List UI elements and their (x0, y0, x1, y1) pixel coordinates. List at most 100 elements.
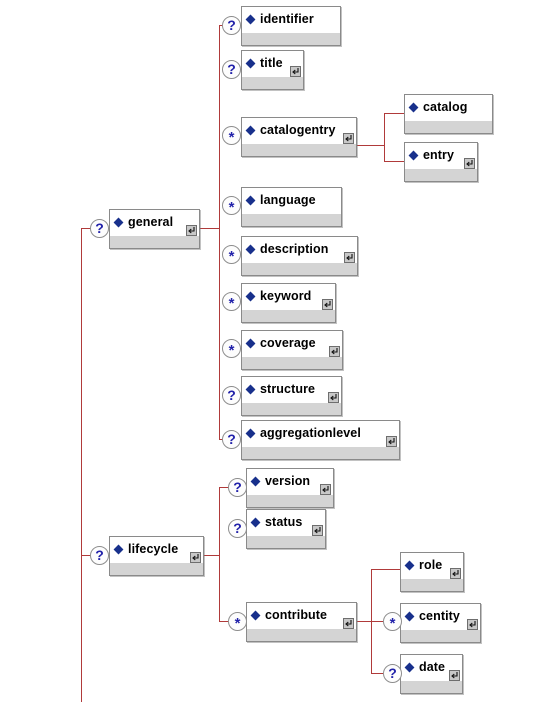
node-identifier-header: identifier (242, 7, 340, 32)
node-title-label: title (260, 56, 283, 71)
node-centity[interactable]: centity (400, 603, 481, 643)
blue-diamond-icon (408, 102, 419, 113)
node-entry-footer (405, 168, 477, 181)
expand-arrow-icon[interactable] (344, 252, 355, 263)
node-title-footer (242, 76, 303, 89)
expand-arrow-icon[interactable] (190, 552, 201, 563)
blue-diamond-icon (113, 217, 124, 228)
connector-catalogentry-child-catalog (384, 113, 404, 114)
node-language-footer (242, 213, 341, 226)
occurrence-indicator-description: * (222, 245, 241, 265)
node-catalogentry[interactable]: catalogentry (241, 117, 357, 157)
connector-root-trunk (81, 228, 82, 702)
node-lifecycle-header: lifecycle (110, 537, 203, 563)
node-structure-footer (242, 402, 341, 415)
node-catalog-header: catalog (405, 95, 492, 120)
blue-diamond-icon (113, 544, 124, 555)
node-aggregationlevel-footer (242, 446, 399, 459)
occurrence-indicator-date: ? (383, 664, 402, 683)
blue-diamond-icon (245, 125, 256, 136)
blue-diamond-icon (245, 428, 256, 439)
node-status[interactable]: status (246, 509, 326, 549)
node-identifier-label: identifier (260, 12, 314, 27)
node-date-footer (401, 680, 462, 693)
node-role[interactable]: role (400, 552, 464, 592)
node-coverage-header: coverage (242, 331, 342, 357)
node-contribute-footer (247, 628, 356, 641)
node-keyword-header: keyword (242, 284, 335, 310)
node-general-footer (110, 235, 199, 248)
node-general-header: general (110, 210, 199, 236)
node-entry[interactable]: entry (404, 142, 478, 182)
occurrence-indicator-language: * (222, 196, 241, 216)
node-keyword-label: keyword (260, 289, 312, 304)
occurrence-indicator-general: ? (90, 219, 109, 238)
node-contribute-header: contribute (247, 603, 356, 629)
node-general[interactable]: general (109, 209, 200, 249)
occurrence-indicator-coverage: * (222, 339, 241, 359)
blue-diamond-icon (245, 14, 256, 25)
node-catalogentry-header: catalogentry (242, 118, 356, 144)
expand-arrow-icon[interactable] (322, 299, 333, 310)
connector-general-trunk (219, 25, 220, 439)
node-language[interactable]: language (241, 187, 342, 227)
node-version-header: version (247, 469, 333, 495)
occurrence-indicator-status: ? (228, 519, 247, 538)
expand-arrow-icon[interactable] (328, 392, 339, 403)
node-keyword[interactable]: keyword (241, 283, 336, 323)
expand-arrow-icon[interactable] (467, 619, 478, 630)
occurrence-indicator-keyword: * (222, 292, 241, 312)
occurrence-indicator-title: ? (222, 60, 241, 79)
expand-arrow-icon[interactable] (320, 484, 331, 495)
blue-diamond-icon (408, 150, 419, 161)
node-coverage[interactable]: coverage (241, 330, 343, 370)
occurrence-indicator-lifecycle: ? (90, 546, 109, 565)
node-role-label: role (419, 558, 443, 573)
expand-arrow-icon[interactable] (329, 346, 340, 357)
expand-arrow-icon[interactable] (450, 568, 461, 579)
node-catalog[interactable]: catalog (404, 94, 493, 134)
node-language-header: language (242, 188, 341, 213)
node-centity-label: centity (419, 609, 460, 624)
node-version-footer (247, 494, 333, 507)
node-structure-header: structure (242, 377, 341, 403)
expand-arrow-icon[interactable] (386, 436, 397, 447)
node-status-footer (247, 535, 325, 548)
node-description[interactable]: description (241, 236, 358, 276)
expand-arrow-icon[interactable] (290, 66, 301, 77)
node-catalog-footer (405, 120, 492, 133)
xsd-schema-diagram: ? general ? identifier ? title * catalog… (0, 0, 549, 702)
node-contribute-label: contribute (265, 608, 328, 623)
expand-arrow-icon[interactable] (343, 133, 354, 144)
node-coverage-footer (242, 356, 342, 369)
node-title[interactable]: title (241, 50, 304, 90)
node-catalog-label: catalog (423, 100, 468, 115)
connector-lifecycle-out (204, 555, 219, 556)
expand-arrow-icon[interactable] (449, 670, 460, 681)
connector-contribute-out (357, 621, 371, 622)
expand-arrow-icon[interactable] (343, 618, 354, 629)
connector-catalogentry-trunk (384, 113, 385, 161)
connector-contribute-child-centity (371, 621, 383, 622)
blue-diamond-icon (245, 195, 256, 206)
expand-arrow-icon[interactable] (464, 158, 475, 169)
connector-lifecycle-trunk (219, 487, 220, 621)
expand-arrow-icon[interactable] (312, 525, 323, 536)
connector-contribute-child-date (371, 673, 383, 674)
connector-catalogentry-child-entry (384, 161, 404, 162)
node-date[interactable]: date (400, 654, 463, 694)
connector-contribute-child-role (371, 569, 400, 570)
blue-diamond-icon (245, 58, 256, 69)
node-version[interactable]: version (246, 468, 334, 508)
expand-arrow-icon[interactable] (186, 225, 197, 236)
node-lifecycle[interactable]: lifecycle (109, 536, 204, 576)
node-structure-label: structure (260, 382, 316, 397)
blue-diamond-icon (245, 291, 256, 302)
node-date-header: date (401, 655, 462, 681)
node-structure[interactable]: structure (241, 376, 342, 416)
node-aggregationlevel[interactable]: aggregationlevel (241, 420, 400, 460)
node-identifier[interactable]: identifier (241, 6, 341, 46)
node-title-header: title (242, 51, 303, 77)
blue-diamond-icon (245, 338, 256, 349)
node-contribute[interactable]: contribute (246, 602, 357, 642)
